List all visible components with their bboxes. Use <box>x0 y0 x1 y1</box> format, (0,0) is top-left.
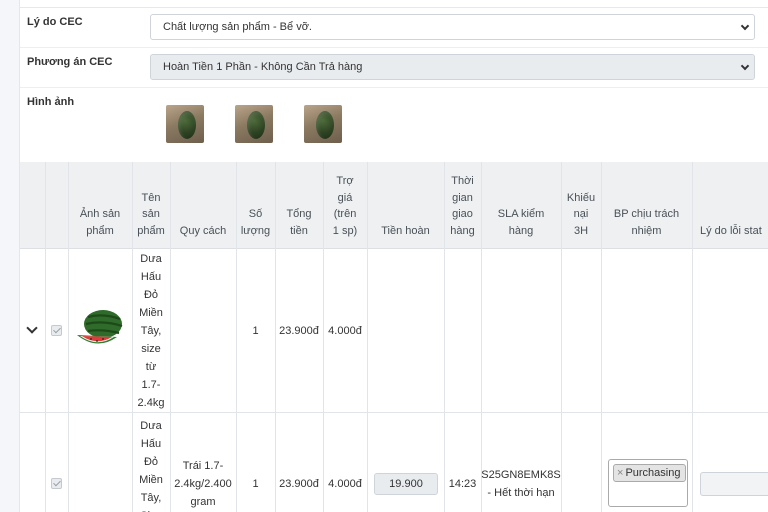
header-refund: Tiền hoàn <box>381 224 430 237</box>
row-1-spec <box>170 249 236 412</box>
top-divider <box>20 0 768 8</box>
row-1-checkbox[interactable] <box>51 325 62 336</box>
row-2-spec: Trái 1.7- 2.4kg/2.400 gram <box>174 460 232 508</box>
reason-label: Lý do CEC <box>27 16 83 28</box>
row-2-total: 23.900đ <box>279 478 319 490</box>
evidence-image-1[interactable] <box>166 105 204 143</box>
header-product-name: Tên sản phẩm <box>137 191 165 237</box>
dept-tag: × Purchasing <box>613 464 687 482</box>
evidence-image-3[interactable] <box>304 105 342 143</box>
images-row: Hình ảnh <box>20 88 768 162</box>
row-1-product-name: Dưa Hấu Đỏ Miền Tây, size từ 1.7- 2.4kg <box>137 252 165 409</box>
row-2-subsidy: 4.000đ <box>328 478 362 490</box>
header-delivery-time: Thời gian giao hàng <box>450 175 475 237</box>
header-total: Tổng tiền <box>286 208 312 237</box>
row-2-checkbox[interactable] <box>51 478 62 489</box>
row-2-product-name: Dưa Hấu Đỏ Miền Tây, Size <box>139 420 163 512</box>
reason-select[interactable]: Chất lượng sản phẩm - Bể vỡ. <box>150 14 755 40</box>
header-responsible-dept: BP chịu trách nhiệm <box>613 208 680 237</box>
row-2-refund-input[interactable]: 19.900 <box>374 473 438 495</box>
evidence-image-2[interactable] <box>235 105 273 143</box>
reason-value: Chất lượng sản phẩm - Bể vỡ. <box>163 21 312 33</box>
row-2-sla: S25GN8EMK8S - Hết thời hạn <box>481 469 561 499</box>
chevron-down-icon <box>740 61 750 71</box>
dept-tag-label: Purchasing <box>625 467 681 479</box>
header-complaint-3h: Khiếu nại 3H <box>566 191 596 237</box>
header-quantity: Số lượng <box>240 208 271 237</box>
plan-row: Phương án CEC Hoàn Tiền 1 Phần - Không C… <box>20 48 768 88</box>
row-2-quantity: 1 <box>252 478 259 490</box>
plan-value: Hoàn Tiền 1 Phần - Không Cần Trả hàng <box>163 61 363 73</box>
plan-select[interactable]: Hoàn Tiền 1 Phần - Không Cần Trả hàng <box>150 54 755 80</box>
row-1-subsidy: 4.000đ <box>328 324 362 337</box>
row-1-total: 23.900đ <box>279 324 319 337</box>
tag-remove-icon[interactable]: × <box>617 467 623 479</box>
header-subsidy: Trợ giá (trên 1 sp) <box>332 175 358 237</box>
row-2-error-reason-input[interactable] <box>700 472 768 496</box>
header-spec: Quy cách <box>179 224 227 237</box>
product-table: Ảnh sản phẩm Tên sản phẩm Quy cách Số lư… <box>20 162 768 512</box>
row-2-delivery-time: 14:23 <box>448 478 477 490</box>
reason-row: Lý do CEC Chất lượng sản phẩm - Bể vỡ. <box>20 8 768 48</box>
images-label: Hình ảnh <box>27 96 75 108</box>
row-1-quantity: 1 <box>252 324 259 337</box>
row-2-dept-select[interactable]: × Purchasing <box>608 459 688 507</box>
chevron-down-icon <box>740 21 750 31</box>
watermelon-image <box>77 310 123 344</box>
complaint-detail-panel: Lý do CEC Chất lượng sản phẩm - Bể vỡ. P… <box>19 0 768 512</box>
plan-label: Phương án CEC <box>27 56 113 68</box>
header-product-image: Ảnh sản phẩm <box>79 208 121 237</box>
expand-row-icon[interactable] <box>26 322 38 334</box>
header-error-reason: Lý do lỗi stat <box>700 224 762 237</box>
header-sla: SLA kiểm hàng <box>497 208 545 237</box>
